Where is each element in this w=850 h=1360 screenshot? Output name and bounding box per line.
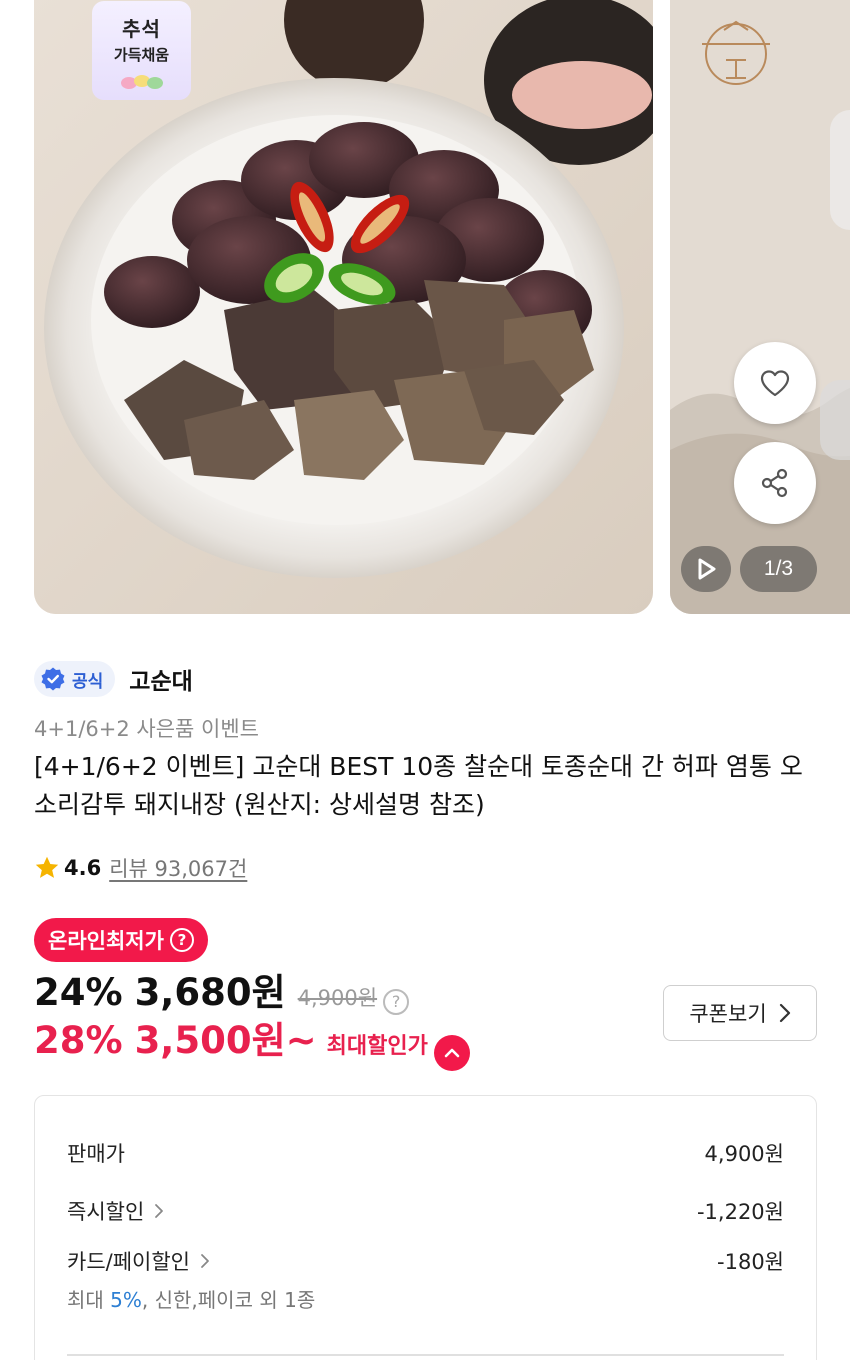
card-discount-note: 최대 5%, 신한,페이코 외 1종 bbox=[67, 1284, 315, 1313]
brand-name-link[interactable]: 고순대 bbox=[129, 662, 192, 696]
lowest-price-label: 온라인최저가 bbox=[48, 929, 164, 953]
product-subtitle: 4+1/6+2 사은품 이벤트 bbox=[34, 717, 259, 741]
sale-price-breakdown-row: 판매가 4,900원 bbox=[67, 1138, 784, 1168]
product-image-main[interactable]: 추석 가득채움 bbox=[34, 0, 653, 614]
review-count-link[interactable]: 리뷰 93,067건 bbox=[109, 853, 247, 883]
chevron-right-icon bbox=[155, 1204, 164, 1218]
max-discount-row[interactable]: 28% 3,500원~ 최대할인가 bbox=[34, 1010, 470, 1071]
view-coupon-button[interactable]: 쿠폰보기 bbox=[663, 985, 817, 1041]
divider bbox=[67, 1354, 784, 1356]
product-image-next[interactable] bbox=[670, 0, 850, 614]
sale-price: 3,680원 bbox=[134, 971, 286, 1014]
instant-discount-label: 즉시할인 bbox=[67, 1200, 145, 1224]
official-badge: 공식 bbox=[34, 661, 116, 697]
max-discount-label: 최대할인가 bbox=[326, 1034, 428, 1059]
help-icon: ? bbox=[169, 928, 194, 952]
coupon-button-label: 쿠폰보기 bbox=[689, 1002, 767, 1026]
instant-discount-row[interactable]: 즉시할인 -1,220원 bbox=[67, 1196, 784, 1226]
verified-icon bbox=[41, 667, 65, 691]
video-play-button[interactable] bbox=[681, 546, 731, 592]
heart-icon bbox=[760, 370, 790, 397]
card-note-suffix: , 신한,페이코 외 1종 bbox=[141, 1288, 316, 1312]
star-icon bbox=[35, 856, 59, 878]
sale-price-label: 판매가 bbox=[67, 1142, 125, 1166]
rating-row[interactable]: 4.6 리뷰 93,067건 bbox=[34, 852, 247, 884]
share-button[interactable] bbox=[734, 442, 816, 524]
card-discount-value: -180원 bbox=[717, 1250, 784, 1274]
card-discount-row[interactable]: 카드/페이할인 -180원 bbox=[67, 1246, 784, 1276]
card-note-percent: 5% bbox=[110, 1288, 142, 1312]
original-price: 4,900원 bbox=[297, 986, 378, 1010]
chevron-right-icon bbox=[779, 1003, 790, 1023]
card-note-prefix: 최대 bbox=[67, 1288, 104, 1312]
chevron-right-icon bbox=[201, 1254, 209, 1268]
rice-cake-icon bbox=[121, 75, 163, 89]
brand-row: 공식 고순대 bbox=[34, 659, 193, 699]
promo-badge-line2: 가득채움 bbox=[113, 46, 170, 64]
card-discount-label-wrap[interactable]: 카드/페이할인 bbox=[67, 1246, 210, 1276]
max-discount-percent: 28% bbox=[34, 1019, 123, 1062]
lowest-price-badge[interactable]: 온라인최저가 ? bbox=[34, 918, 208, 962]
price-breakdown-box: 판매가 4,900원 즉시할인 -1,220원 카드/페이할인 -180원 최대… bbox=[34, 1095, 817, 1360]
share-icon bbox=[761, 468, 788, 498]
play-icon bbox=[698, 558, 716, 580]
instant-discount-value: -1,220원 bbox=[696, 1200, 784, 1224]
next-slide-illustration bbox=[670, 0, 850, 614]
chuseok-promo-badge: 추석 가득채움 bbox=[92, 1, 191, 100]
max-discount-price: 3,500원~ bbox=[134, 1019, 317, 1062]
wishlist-button[interactable] bbox=[734, 342, 816, 424]
official-label: 공식 bbox=[72, 671, 104, 692]
card-discount-label: 카드/페이할인 bbox=[67, 1250, 190, 1274]
sale-price-value: 4,900원 bbox=[704, 1142, 784, 1166]
promo-badge-line1: 추석 bbox=[122, 17, 161, 41]
discount-percent: 24% bbox=[34, 971, 123, 1014]
sale-price-row: 24% 3,680원 4,900원 ? bbox=[34, 962, 410, 1016]
instant-discount-label-wrap[interactable]: 즉시할인 bbox=[67, 1196, 164, 1226]
chevron-up-icon[interactable] bbox=[433, 1035, 470, 1071]
rating-score: 4.6 bbox=[64, 856, 102, 880]
product-title: [4+1/6+2 이벤트] 고순대 BEST 10종 찰순대 토종순대 간 허파… bbox=[34, 752, 803, 819]
image-carousel[interactable]: 추석 가득채움 1/3 bbox=[0, 0, 850, 616]
carousel-page-indicator: 1/3 bbox=[740, 546, 817, 592]
